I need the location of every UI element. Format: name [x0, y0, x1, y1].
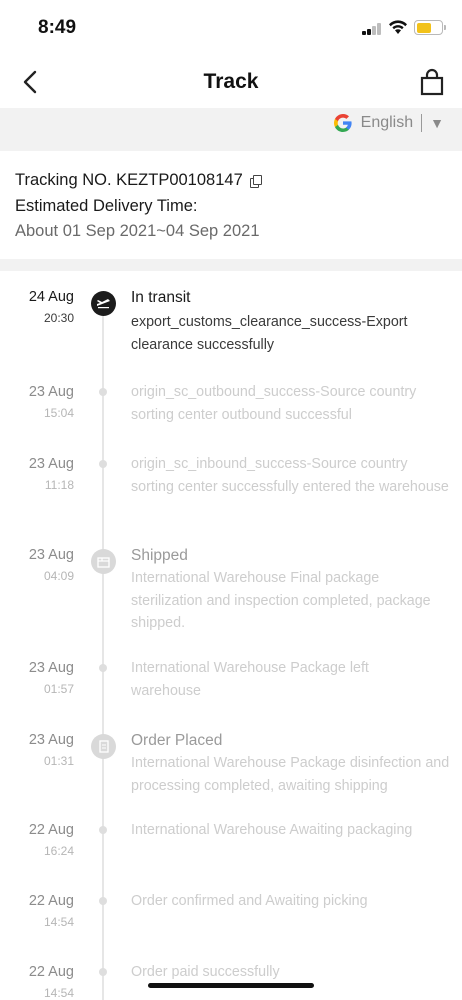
nav-bar: Track — [0, 56, 462, 108]
tracking-info: Tracking NO. KEZTP00108147 Estimated Del… — [0, 151, 462, 259]
page-title: Track — [203, 70, 259, 93]
tracking-timeline: 24 Aug 20:30 In transit export_customs_c… — [0, 271, 462, 1000]
event-time: 20:30 — [43, 311, 74, 325]
event-time: 04:09 — [43, 569, 74, 583]
google-icon — [333, 114, 352, 132]
cellular-signal-icon — [362, 23, 382, 35]
event-time: 14:54 — [43, 915, 74, 929]
event-description: International Warehouse Package left war… — [131, 660, 369, 699]
home-indicator — [148, 983, 314, 988]
plane-icon — [91, 291, 116, 316]
event-date: 23 Aug — [28, 547, 74, 563]
event-date: 23 Aug — [28, 732, 74, 748]
delivery-estimate: About 01 Sep 2021~04 Sep 2021 — [15, 222, 260, 240]
timeline-dot — [99, 388, 107, 396]
document-icon — [91, 734, 116, 759]
event-time: 01:57 — [43, 682, 74, 696]
event-date: 24 Aug — [28, 289, 74, 305]
event-date: 23 Aug — [28, 660, 74, 676]
timeline-dot — [99, 460, 107, 468]
divider — [421, 114, 423, 132]
event-description: origin_sc_inbound_success-Source country… — [131, 456, 449, 495]
battery-icon — [414, 20, 446, 35]
event-time: 14:54 — [43, 986, 74, 1000]
event-title: In transit — [131, 289, 191, 306]
section-divider — [0, 259, 462, 271]
timeline-dot — [99, 826, 107, 834]
event-description: origin_sc_outbound_success-Source countr… — [131, 384, 417, 423]
tracking-number-row: Tracking NO. KEZTP00108147 — [15, 171, 262, 190]
event-date: 23 Aug — [28, 456, 74, 472]
event-date: 22 Aug — [28, 822, 74, 838]
event-description: International Warehouse Awaiting packagi… — [131, 822, 413, 838]
timeline-dot — [99, 664, 107, 672]
event-title: Order Placed — [131, 732, 223, 749]
event-description: export_customs_clearance_success-Export … — [131, 314, 408, 353]
timeline-dot — [99, 897, 107, 905]
event-date: 22 Aug — [28, 893, 74, 909]
event-description: Order confirmed and Awaiting picking — [131, 893, 368, 909]
tracking-number: Tracking NO. KEZTP00108147 — [15, 171, 243, 189]
shopping-bag-icon — [420, 68, 444, 96]
status-bar: 8:49 — [0, 0, 462, 56]
language-label: English — [360, 114, 414, 131]
event-description: International Warehouse Package disinfec… — [131, 755, 450, 794]
dropdown-arrow-icon: ▼ — [430, 115, 444, 131]
box-icon — [91, 549, 116, 574]
event-description: Order paid successfully — [131, 964, 280, 980]
language-selector[interactable]: English ▼ — [333, 111, 444, 135]
cart-button[interactable] — [418, 68, 446, 96]
status-time: 8:49 — [38, 17, 77, 38]
timeline-line — [102, 301, 104, 1000]
event-time: 16:24 — [43, 844, 74, 858]
timeline-dot — [99, 968, 107, 976]
event-date: 22 Aug — [28, 964, 74, 980]
event-description: International Warehouse Final package st… — [131, 570, 431, 631]
event-time: 11:18 — [44, 478, 74, 492]
event-title: Shipped — [131, 547, 188, 564]
event-date: 23 Aug — [28, 384, 74, 400]
translate-bar: English ▼ — [0, 108, 462, 151]
event-time: 01:31 — [43, 754, 74, 768]
wifi-icon — [389, 20, 407, 34]
event-time: 15:04 — [43, 406, 74, 420]
copy-icon[interactable] — [249, 174, 262, 188]
delivery-label: Estimated Delivery Time: — [15, 197, 198, 215]
